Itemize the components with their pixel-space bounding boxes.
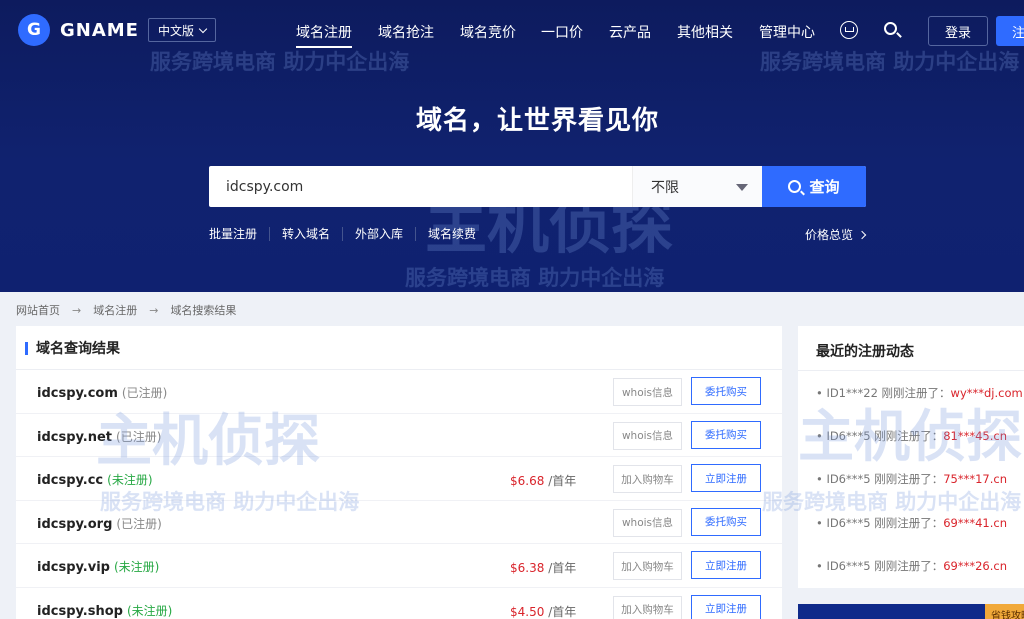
divider bbox=[798, 370, 1024, 371]
login-button[interactable]: 登录 bbox=[928, 16, 988, 46]
quick-links: 批量注册 转入域名 外部入库 域名续费 bbox=[209, 227, 488, 241]
result-row: idcspy.vip (未注册) $6.38 /首年 加入购物车 立即注册 bbox=[16, 544, 782, 588]
activity-item: • ID1***22 刚刚注册了：wy***dj.com bbox=[816, 386, 1023, 400]
results-panel: 域名查询结果 idcspy.com (已注册) whois信息 委托购买 idcs… bbox=[16, 326, 782, 619]
suffix-filter-select[interactable]: 不限 bbox=[632, 166, 762, 207]
logo-text: GNAME bbox=[60, 19, 139, 41]
search-icon bbox=[788, 180, 802, 193]
arrow-right-icon: → bbox=[149, 303, 159, 317]
activity-item: • ID6***5 刚刚注册了：75***17.cn bbox=[816, 472, 1008, 486]
broker-buy-button[interactable]: 委托购买 bbox=[691, 377, 761, 405]
result-price: $4.50 /首年 bbox=[510, 604, 577, 619]
domain-search-box: 不限 查询 bbox=[209, 166, 866, 207]
broker-buy-button[interactable]: 委托购买 bbox=[691, 420, 761, 449]
activity-title: 最近的注册动态 bbox=[816, 344, 914, 360]
result-price: $6.68 /首年 bbox=[510, 474, 577, 488]
nav-item-domain-auction[interactable]: 域名竞价 bbox=[460, 22, 516, 42]
add-to-cart-button[interactable]: 加入购物车 bbox=[613, 465, 682, 493]
result-domain: idcspy.org (已注册) bbox=[37, 516, 162, 532]
breadcrumb: 网站首页 → 域名注册 → 域名搜索结果 bbox=[16, 302, 236, 318]
language-label: 中文版 bbox=[157, 23, 194, 38]
price-overview-link[interactable]: 价格总览 bbox=[805, 226, 867, 243]
result-domain: idcspy.com (已注册) bbox=[37, 386, 168, 401]
activity-item: • ID6***5 刚刚注册了：81***45.cn bbox=[816, 429, 1008, 443]
result-price: $6.38 /首年 bbox=[510, 561, 577, 575]
results-title: 域名查询结果 bbox=[16, 326, 782, 370]
gname-logo-icon: G bbox=[18, 14, 50, 46]
watermark-slogan: 服务跨境电商 助力中企出海 bbox=[405, 266, 665, 290]
price-overview-label: 价格总览 bbox=[805, 228, 854, 242]
add-to-cart-button[interactable]: 加入购物车 bbox=[613, 595, 682, 619]
activity-item: • ID6***5 刚刚注册了：69***26.cn bbox=[816, 559, 1008, 573]
result-status: (已注册) bbox=[116, 429, 162, 444]
nav-item-domain-register[interactable]: 域名注册 bbox=[296, 22, 352, 48]
result-status: (未注册) bbox=[107, 473, 153, 487]
hero-banner: 服务跨境电商 助力中企出海 服务跨境电商 助力中企出海 主机侦探 服务跨境电商 … bbox=[0, 0, 1024, 292]
link-bulk-register[interactable]: 批量注册 bbox=[209, 227, 269, 241]
result-row: idcspy.org (已注册) whois信息 委托购买 bbox=[16, 501, 782, 544]
result-row: idcspy.cc (未注册) $6.68 /首年 加入购物车 立即注册 bbox=[16, 457, 782, 501]
arrow-right-icon: → bbox=[72, 303, 82, 317]
promo-tag[interactable]: 省钱攻略 bbox=[985, 604, 1024, 619]
result-status: (已注册) bbox=[121, 386, 168, 400]
hero-slogan: 域名，让世界看见你 bbox=[415, 106, 659, 136]
broker-buy-button[interactable]: 委托购买 bbox=[691, 507, 761, 536]
top-nav: G GNAME 中文版 域名注册 域名抢注 域名竞价 一口价 云产品 其他相关 … bbox=[0, 0, 1024, 62]
search-icon[interactable] bbox=[884, 22, 897, 35]
nav-item-cloud-products[interactable]: 云产品 bbox=[609, 22, 651, 42]
nav-item-management[interactable]: 管理中心 bbox=[759, 22, 815, 42]
result-domain: idcspy.net (已注册) bbox=[37, 429, 162, 445]
query-button[interactable]: 查询 bbox=[762, 166, 866, 207]
link-external-import[interactable]: 外部入库 bbox=[342, 227, 415, 241]
result-row: idcspy.shop (未注册) $4.50 /首年 加入购物车 立即注册 bbox=[16, 588, 782, 619]
result-row: idcspy.net (已注册) whois信息 委托购买 bbox=[16, 414, 782, 457]
breadcrumb-home[interactable]: 网站首页 bbox=[16, 302, 60, 318]
caret-down-icon bbox=[736, 184, 748, 191]
nav-item-fixed-price[interactable]: 一口价 bbox=[541, 22, 583, 42]
registration-activity-panel: 最近的注册动态 • ID1***22 刚刚注册了：wy***dj.com • I… bbox=[762, 326, 1024, 588]
chevron-right-icon bbox=[857, 230, 867, 239]
result-status: (已注册) bbox=[116, 516, 162, 531]
register-button[interactable]: 注册 bbox=[996, 16, 1024, 46]
result-status: (未注册) bbox=[126, 603, 173, 618]
breadcrumb-domain-register[interactable]: 域名注册 bbox=[93, 302, 137, 318]
whois-button[interactable]: whois信息 bbox=[613, 421, 682, 450]
logo[interactable]: G GNAME bbox=[18, 14, 139, 46]
register-now-button[interactable]: 立即注册 bbox=[691, 551, 761, 579]
query-button-label: 查询 bbox=[809, 178, 840, 196]
result-status: (未注册) bbox=[113, 560, 160, 574]
breadcrumb-current: 域名搜索结果 bbox=[170, 304, 237, 317]
chevron-down-icon bbox=[198, 24, 208, 33]
domain-search-input[interactable] bbox=[209, 166, 632, 207]
link-renew-domain[interactable]: 域名续费 bbox=[415, 227, 488, 241]
nav-item-other[interactable]: 其他相关 bbox=[677, 22, 733, 42]
suffix-filter-value: 不限 bbox=[651, 179, 679, 196]
whois-button[interactable]: whois信息 bbox=[613, 378, 682, 406]
whois-button[interactable]: whois信息 bbox=[613, 508, 682, 537]
cart-icon[interactable] bbox=[840, 21, 858, 39]
result-domain: idcspy.vip (未注册) bbox=[37, 560, 160, 575]
watermark-slogan: 服务跨境电商 助力中企出海 bbox=[762, 490, 1022, 514]
activity-item: • ID6***5 刚刚注册了：69***41.cn bbox=[816, 516, 1008, 530]
result-row: idcspy.com (已注册) whois信息 委托购买 bbox=[16, 370, 782, 414]
link-transfer-domain[interactable]: 转入域名 bbox=[269, 227, 342, 241]
register-now-button[interactable]: 立即注册 bbox=[691, 464, 761, 492]
add-to-cart-button[interactable]: 加入购物车 bbox=[613, 552, 682, 580]
result-domain: idcspy.shop (未注册) bbox=[37, 603, 173, 619]
nav-item-domain-backorder[interactable]: 域名抢注 bbox=[378, 22, 434, 42]
language-selector[interactable]: 中文版 bbox=[148, 18, 216, 42]
register-now-button[interactable]: 立即注册 bbox=[691, 594, 761, 619]
result-domain: idcspy.cc (未注册) bbox=[37, 473, 153, 488]
